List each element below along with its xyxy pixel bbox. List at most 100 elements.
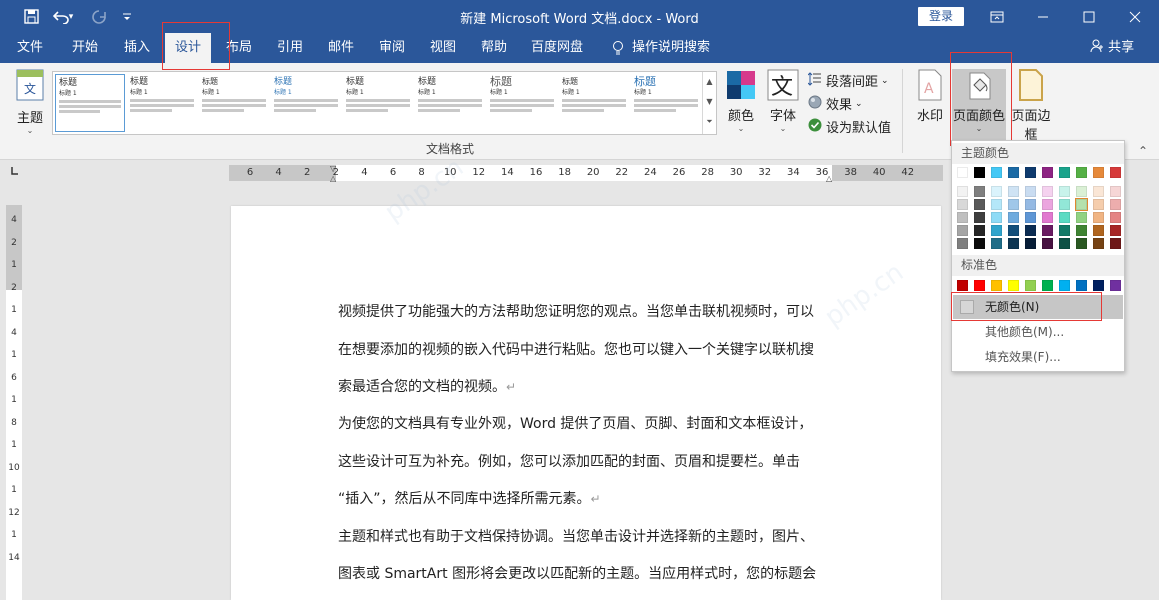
theme-color-swatch[interactable] <box>957 186 968 197</box>
theme-color-swatch[interactable] <box>1025 225 1036 236</box>
standard-color-swatch[interactable] <box>1042 280 1053 291</box>
theme-color-swatch[interactable] <box>974 167 985 178</box>
theme-color-swatch[interactable] <box>991 212 1002 223</box>
no-color-item[interactable]: 无颜色(N) <box>953 295 1123 319</box>
theme-color-swatch[interactable] <box>1008 238 1019 249</box>
fonts-button[interactable]: 文 字体 ⌄ <box>764 69 802 141</box>
minimize-icon[interactable] <box>1020 0 1066 33</box>
tab-insert[interactable]: 插入 <box>114 33 160 63</box>
scroll-up-icon[interactable]: ▲ <box>703 72 716 92</box>
theme-color-swatch[interactable] <box>1025 238 1036 249</box>
theme-color-swatch[interactable] <box>1059 225 1070 236</box>
style-set-item[interactable]: 标题 标题 1 <box>55 74 125 132</box>
theme-color-swatch[interactable] <box>1042 167 1053 178</box>
standard-color-swatch[interactable] <box>1008 280 1019 291</box>
style-set-gallery[interactable]: 标题 标题 1 标题 标题 1 标题 标题 1 标题 标题 1 标题 标题 1 … <box>52 71 717 135</box>
gallery-more-icon[interactable]: ⏷ <box>703 112 716 132</box>
theme-color-swatch[interactable] <box>1042 199 1053 210</box>
tab-references[interactable]: 引用 <box>267 33 313 63</box>
tab-selector[interactable] <box>6 166 22 182</box>
standard-color-swatch[interactable] <box>1025 280 1036 291</box>
theme-color-swatch[interactable] <box>1008 225 1019 236</box>
tab-mailings[interactable]: 邮件 <box>318 33 364 63</box>
tab-review[interactable]: 审阅 <box>369 33 415 63</box>
theme-color-swatch[interactable] <box>991 199 1002 210</box>
style-set-item[interactable]: 标题 标题 1 <box>415 74 485 132</box>
tell-me-search[interactable]: 操作说明搜索 <box>632 33 714 63</box>
page-border-button[interactable]: 页面边框 <box>1006 69 1056 143</box>
paragraph-spacing-button[interactable]: 段落间距 ⌄ <box>807 71 889 90</box>
style-set-item[interactable]: 标题 标题 1 <box>559 74 629 132</box>
theme-color-swatch[interactable] <box>1110 225 1121 236</box>
page-color-button[interactable]: 页面颜色 ⌄ <box>952 69 1006 149</box>
document-page[interactable]: 视频提供了功能强大的方法帮助您证明您的观点。当您单击联机视频时，可以 在想要添加… <box>231 206 941 600</box>
standard-color-swatch[interactable] <box>974 280 985 291</box>
theme-color-swatch[interactable] <box>1076 225 1087 236</box>
themes-button[interactable]: 文 主题 ⌄ <box>10 69 50 139</box>
more-colors-item[interactable]: 其他颜色(M)... <box>953 320 1123 344</box>
ribbon-display-icon[interactable] <box>974 0 1020 33</box>
theme-color-swatch[interactable] <box>1093 225 1104 236</box>
tab-layout[interactable]: 布局 <box>216 33 262 63</box>
theme-color-swatch[interactable] <box>1110 199 1121 210</box>
theme-color-swatch[interactable] <box>974 186 985 197</box>
theme-color-swatch[interactable] <box>1110 186 1121 197</box>
theme-color-swatch[interactable] <box>1042 225 1053 236</box>
undo-dropdown-icon[interactable]: ▾ <box>64 0 78 33</box>
style-set-item[interactable]: 标题 标题 1 <box>343 74 413 132</box>
theme-color-swatch[interactable] <box>1075 198 1088 211</box>
theme-color-swatch[interactable] <box>1076 167 1087 178</box>
set-as-default-button[interactable]: 设为默认值 <box>808 117 891 136</box>
theme-color-swatch[interactable] <box>991 186 1002 197</box>
theme-color-swatch[interactable] <box>1076 186 1087 197</box>
theme-color-swatch[interactable] <box>1059 186 1070 197</box>
lightbulb-icon[interactable] <box>606 33 630 63</box>
login-button[interactable]: 登录 <box>918 7 964 26</box>
theme-color-swatch[interactable] <box>1093 212 1104 223</box>
maximize-icon[interactable] <box>1066 0 1112 33</box>
theme-color-swatch[interactable] <box>991 225 1002 236</box>
style-set-item[interactable]: 标题 标题 1 <box>199 74 269 132</box>
theme-color-swatch[interactable] <box>957 167 968 178</box>
theme-color-swatch[interactable] <box>957 212 968 223</box>
theme-color-swatch[interactable] <box>1025 212 1036 223</box>
style-set-item[interactable]: 标题 标题 1 <box>631 74 701 132</box>
tab-view[interactable]: 视图 <box>420 33 466 63</box>
watermark-button[interactable]: A 水印 <box>912 69 948 141</box>
tab-home[interactable]: 开始 <box>62 33 108 63</box>
theme-color-swatch[interactable] <box>1076 238 1087 249</box>
redo-icon[interactable] <box>84 0 114 33</box>
theme-color-swatch[interactable] <box>1008 199 1019 210</box>
theme-color-swatch[interactable] <box>1093 199 1104 210</box>
theme-color-swatch[interactable] <box>1042 186 1053 197</box>
theme-color-swatch[interactable] <box>1042 212 1053 223</box>
theme-color-swatch[interactable] <box>974 199 985 210</box>
standard-color-swatch[interactable] <box>991 280 1002 291</box>
save-icon[interactable] <box>16 0 46 33</box>
theme-color-swatch[interactable] <box>1093 186 1104 197</box>
customize-icon[interactable] <box>112 0 142 33</box>
scroll-down-icon[interactable]: ▼ <box>703 92 716 112</box>
tab-baidu-netdisk[interactable]: 百度网盘 <box>526 33 588 63</box>
collapse-ribbon-icon[interactable]: ⌃ <box>1138 144 1148 158</box>
theme-color-swatch[interactable] <box>1025 199 1036 210</box>
horizontal-ruler[interactable]: 6 4 2 2 4 6 8 10 12 14 16 18 20 22 24 26 28 30 32 34 36 38 40 4… <box>229 164 943 183</box>
theme-color-swatch[interactable] <box>1008 186 1019 197</box>
standard-color-swatch[interactable] <box>1076 280 1087 291</box>
tab-file[interactable]: 文件 <box>8 33 52 63</box>
style-set-item[interactable]: 标题 标题 1 <box>127 74 197 132</box>
theme-color-swatch[interactable] <box>991 238 1002 249</box>
standard-color-swatch[interactable] <box>1110 280 1121 291</box>
theme-color-swatch[interactable] <box>1042 238 1053 249</box>
right-indent-marker[interactable]: △ <box>826 174 832 183</box>
theme-color-swatch[interactable] <box>1110 167 1121 178</box>
theme-color-swatch[interactable] <box>1110 238 1121 249</box>
theme-color-swatch[interactable] <box>1008 167 1019 178</box>
theme-color-swatch[interactable] <box>1008 212 1019 223</box>
indent-marker[interactable]: △ <box>330 174 336 183</box>
theme-color-swatch[interactable] <box>974 238 985 249</box>
theme-color-swatch[interactable] <box>1110 212 1121 223</box>
theme-color-swatch[interactable] <box>1059 238 1070 249</box>
colors-button[interactable]: 颜色 ⌄ <box>721 69 761 141</box>
vertical-ruler[interactable]: 4 2 1 2 1 4 1 6 1 8 1 10 1 12 1 14 <box>6 205 22 600</box>
